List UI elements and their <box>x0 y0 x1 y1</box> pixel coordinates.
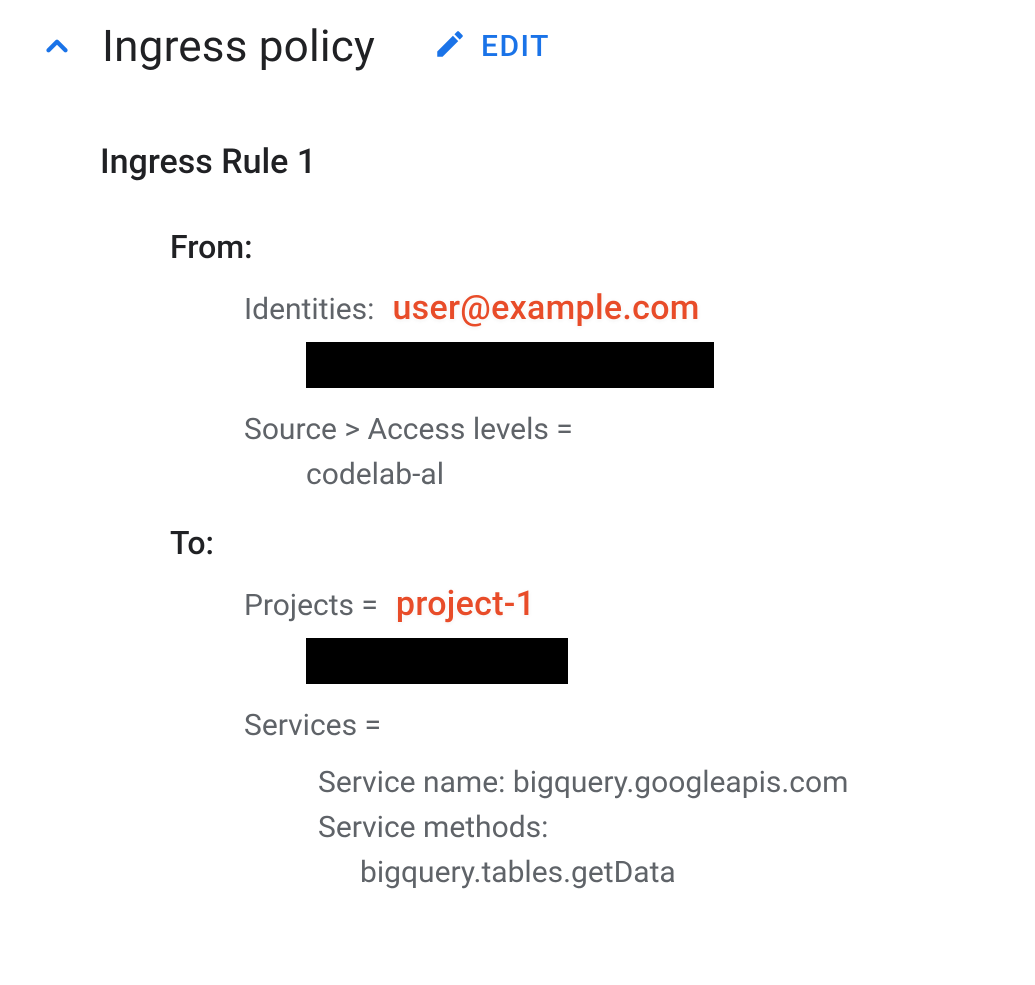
identities-annotation: user@example.com <box>392 288 699 328</box>
projects-annotation: project-1 <box>396 584 535 624</box>
chevron-up-icon[interactable] <box>40 29 74 63</box>
service-methods-label: Service methods: <box>244 810 995 845</box>
edit-label: EDIT <box>481 29 550 64</box>
to-section: To: Projects = project-1 Services = Serv… <box>100 524 995 890</box>
service-method-value: bigquery.tables.getData <box>244 855 995 890</box>
ingress-rule-block: Ingress Rule 1 From: Identities: user@ex… <box>40 142 995 890</box>
policy-header: Ingress policy EDIT <box>40 20 995 72</box>
identities-value-redacted <box>306 342 714 388</box>
service-name-line: Service name: bigquery.googleapis.com <box>244 765 995 800</box>
projects-label: Projects = <box>244 588 378 623</box>
from-section: From: Identities: user@example.com Sourc… <box>100 228 995 492</box>
policy-title: Ingress policy <box>102 20 375 72</box>
source-access-label: Source > Access levels = <box>244 412 995 447</box>
rule-title: Ingress Rule 1 <box>100 142 995 182</box>
services-label: Services = <box>244 708 995 743</box>
identities-label: Identities: <box>244 292 374 327</box>
identities-field: Identities: user@example.com <box>170 288 995 388</box>
from-label: From: <box>170 228 995 266</box>
source-access-value: codelab-al <box>244 457 995 492</box>
pencil-icon <box>433 27 467 65</box>
service-name-value: bigquery.googleapis.com <box>513 765 849 800</box>
services-field: Services = Service name: bigquery.google… <box>170 708 995 890</box>
edit-button[interactable]: EDIT <box>433 27 550 65</box>
projects-value-redacted <box>306 638 568 684</box>
service-name-label: Service name: <box>318 765 505 800</box>
source-access-field: Source > Access levels = codelab-al <box>170 412 995 492</box>
projects-field: Projects = project-1 <box>170 584 995 684</box>
to-label: To: <box>170 524 995 562</box>
